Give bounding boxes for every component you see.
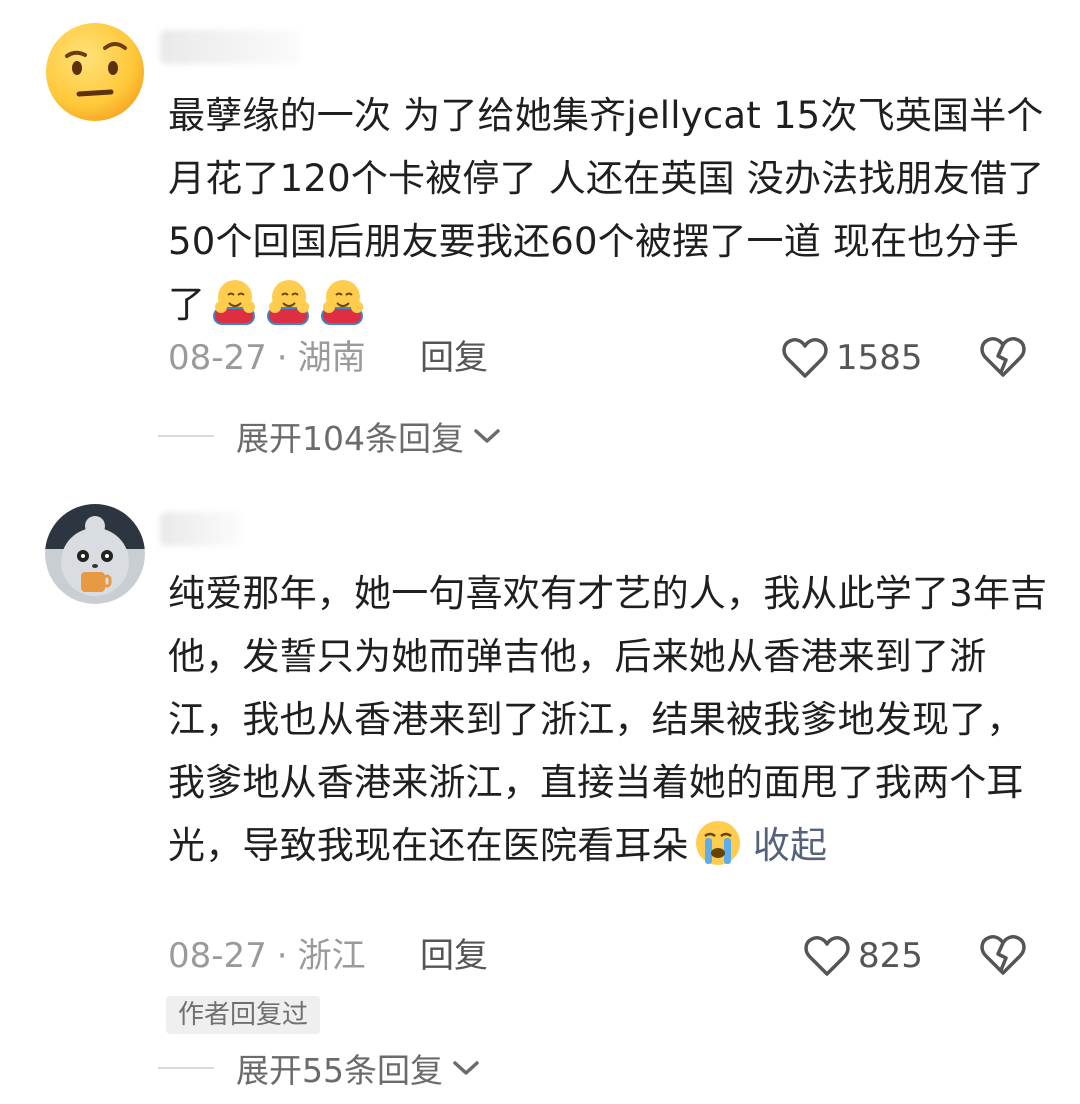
broken-heart-icon (980, 935, 1026, 975)
cartoon-mouse-avatar-icon (45, 504, 145, 604)
username-blurred[interactable] (160, 30, 300, 64)
dislike-button[interactable] (980, 934, 1026, 978)
hugging-face-emoji-icon (263, 277, 313, 327)
heart-outline-icon (782, 338, 828, 378)
divider-line (158, 435, 214, 437)
raised-eyebrow-face-icon (46, 23, 144, 121)
hugging-face-emoji-icon (317, 277, 367, 327)
comment-date: 08-27 (168, 338, 267, 378)
avatar[interactable] (45, 22, 145, 122)
avatar[interactable] (45, 504, 145, 604)
expand-replies-button[interactable]: 展开55条回复 (158, 1046, 481, 1090)
like-count: 1585 (836, 338, 923, 378)
like-button[interactable]: 1585 (782, 336, 923, 380)
chevron-down-icon (474, 429, 500, 443)
comment-location: 浙江 (297, 936, 366, 976)
comment-list: 最孽缘的一次 为了给她集齐jellycat 15次飞英国半个月花了120个卡被停… (0, 0, 1080, 1104)
comment-meta: 08-27 · 湖南 (168, 336, 366, 380)
comment-text: 最孽缘的一次 为了给她集齐jellycat 15次飞英国半个月花了120个卡被停… (168, 84, 1048, 336)
reply-button[interactable]: 回复 (420, 934, 488, 978)
crying-face-emoji-icon (693, 818, 743, 868)
collapse-button[interactable]: 收起 (753, 824, 827, 867)
hugging-face-emoji-icon (209, 277, 259, 327)
divider-line (158, 1067, 214, 1069)
meta-separator: · (276, 936, 288, 976)
author-replied-badge: 作者回复过 (166, 996, 321, 1034)
comment-location: 湖南 (297, 338, 366, 378)
comment-text: 纯爱那年，她一句喜欢有才艺的人，我从此学了3年吉他，发誓只为她而弹吉他，后来她从… (168, 562, 1048, 877)
meta-separator: · (276, 338, 288, 378)
expand-replies-label: 展开104条回复 (236, 419, 464, 458)
heart-outline-icon (804, 936, 850, 976)
chevron-down-icon (453, 1061, 479, 1075)
expand-replies-button[interactable]: 展开104条回复 (158, 414, 502, 458)
broken-heart-icon (980, 337, 1026, 377)
comment-meta: 08-27 · 浙江 (168, 934, 366, 978)
like-count: 825 (858, 936, 923, 976)
comment-date: 08-27 (168, 936, 267, 976)
dislike-button[interactable] (980, 336, 1026, 380)
reply-button[interactable]: 回复 (420, 336, 488, 380)
comment-text-content: 纯爱那年，她一句喜欢有才艺的人，我从此学了3年吉他，发誓只为她而弹吉他，后来她从… (168, 572, 1048, 867)
expand-replies-label: 展开55条回复 (236, 1051, 443, 1090)
username-blurred[interactable] (160, 512, 240, 546)
like-button[interactable]: 825 (804, 934, 923, 978)
